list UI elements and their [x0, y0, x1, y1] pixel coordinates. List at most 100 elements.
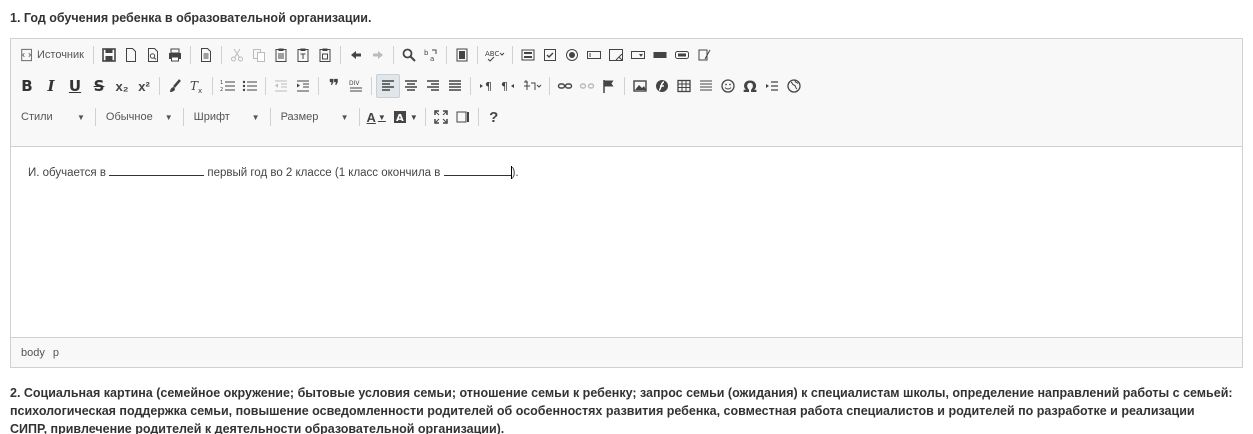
flash-button[interactable] — [651, 74, 673, 98]
link-button[interactable] — [554, 74, 576, 98]
show-blocks-icon — [456, 111, 469, 123]
select-button[interactable] — [627, 43, 649, 67]
ltr-icon: ¶ — [480, 80, 492, 93]
remove-format-button[interactable]: Tx — [186, 74, 208, 98]
select-all-icon — [456, 48, 468, 62]
image-button-button[interactable] — [671, 43, 693, 67]
bulleted-list-icon — [242, 80, 257, 92]
toolbar-separator — [424, 108, 426, 126]
paste-text-button[interactable] — [292, 43, 314, 67]
align-justify-icon — [449, 80, 461, 91]
preview-button[interactable] — [142, 43, 164, 67]
chevron-down-icon: ▼ — [377, 112, 386, 122]
unlink-button[interactable] — [576, 74, 598, 98]
replace-button[interactable]: ba — [420, 43, 442, 67]
size-dropdown[interactable]: Размер ▼ — [275, 105, 355, 129]
textfield-icon — [586, 51, 601, 59]
textarea-button[interactable] — [605, 43, 627, 67]
maximize-button[interactable] — [430, 105, 452, 129]
paste-button[interactable] — [270, 43, 292, 67]
div-container-button[interactable]: DIV — [345, 74, 367, 98]
font-dropdown-label: Шрифт — [193, 111, 230, 123]
bulleted-list-button[interactable] — [239, 74, 261, 98]
subscript-button[interactable]: x₂ — [111, 74, 133, 98]
question-2-title: 2. Социальная картина (семейное окружени… — [10, 386, 1233, 434]
show-blocks-button[interactable] — [452, 105, 474, 129]
indent-button[interactable] — [292, 74, 314, 98]
replace-icon: ba — [424, 49, 437, 63]
underline-button[interactable]: U — [63, 74, 87, 98]
editor-content-area[interactable]: И. обучается в первый год во 2 классе (1… — [11, 148, 1242, 338]
text-color-button[interactable]: A ▼ — [364, 105, 389, 129]
page-break-button[interactable] — [761, 74, 783, 98]
source-icon — [21, 48, 32, 62]
help-button[interactable]: ? — [483, 105, 505, 129]
page-break-icon — [766, 81, 778, 91]
numbered-list-button[interactable]: 12 — [217, 74, 239, 98]
templates-button[interactable] — [195, 43, 217, 67]
select-all-button[interactable] — [451, 43, 473, 67]
italic-button[interactable]: I — [39, 74, 63, 98]
find-button[interactable] — [398, 43, 420, 67]
bold-button[interactable]: B — [15, 74, 39, 98]
textfield-button[interactable] — [583, 43, 605, 67]
text-direction-ltr-button[interactable]: ¶ — [475, 74, 497, 98]
print-button[interactable] — [164, 43, 186, 67]
form-button[interactable] — [517, 43, 539, 67]
cut-button[interactable] — [226, 43, 248, 67]
blank-field-2 — [443, 164, 512, 176]
toolbar-separator — [477, 108, 479, 126]
checkbox-button[interactable] — [539, 43, 561, 67]
button-button[interactable] — [649, 43, 671, 67]
align-justify-button[interactable] — [444, 74, 466, 98]
outdent-button[interactable] — [270, 74, 292, 98]
align-center-button[interactable] — [400, 74, 422, 98]
language-button[interactable] — [519, 74, 545, 98]
font-dropdown[interactable]: Шрифт ▼ — [188, 105, 266, 129]
table-icon — [677, 79, 691, 93]
anchor-button[interactable] — [598, 74, 620, 98]
radio-button[interactable] — [561, 43, 583, 67]
superscript-button[interactable]: x² — [133, 74, 155, 98]
editor-toolbar: Источник ba ABC B I U S x₂ x² T x 1 2 ❞ … — [11, 39, 1242, 147]
svg-text:¶: ¶ — [485, 80, 492, 93]
element-path-p[interactable]: p — [53, 347, 59, 359]
save-button[interactable] — [98, 43, 120, 67]
copy-button[interactable] — [248, 43, 270, 67]
format-dropdown[interactable]: Обычное ▼ — [100, 105, 179, 129]
styles-dropdown[interactable]: Стили ▼ — [15, 105, 91, 129]
element-path-body[interactable]: body — [21, 347, 45, 359]
image-button[interactable] — [629, 74, 651, 98]
svg-text:1: 1 — [220, 80, 223, 86]
iframe-button[interactable] — [783, 74, 805, 98]
background-color-button[interactable]: A ▼ — [389, 105, 421, 129]
numbered-list-icon: 12 — [220, 80, 235, 93]
horizontal-rule-button[interactable] — [695, 74, 717, 98]
source-button[interactable]: Источник — [15, 43, 89, 67]
button-icon — [653, 52, 667, 58]
toolbar-separator — [265, 77, 266, 95]
copy-formatting-button[interactable] — [164, 74, 186, 98]
smiley-button[interactable] — [717, 74, 739, 98]
toolbar-separator — [470, 77, 471, 95]
align-right-button[interactable] — [422, 74, 444, 98]
special-char-button[interactable]: Ω — [739, 74, 761, 98]
div-icon: DIV — [349, 80, 362, 92]
strikethrough-button[interactable]: S — [87, 74, 111, 98]
source-button-label: Источник — [37, 49, 84, 61]
undo-button[interactable] — [345, 43, 367, 67]
new-page-button[interactable] — [120, 43, 142, 67]
svg-text:¶: ¶ — [501, 80, 508, 93]
table-button[interactable] — [673, 74, 695, 98]
blockquote-button[interactable]: ❞ — [323, 74, 345, 98]
content-paragraph[interactable]: И. обучается в первый год во 2 классе (1… — [28, 164, 519, 180]
help-icon: ? — [489, 108, 499, 126]
horizontal-rule-icon — [700, 80, 712, 91]
hidden-field-button[interactable] — [693, 43, 715, 67]
spellcheck-button[interactable]: ABC — [482, 43, 508, 67]
rich-text-editor: Источник ba ABC B I U S x₂ x² T x 1 2 ❞ … — [10, 38, 1243, 368]
align-left-button[interactable] — [376, 74, 400, 98]
paste-word-button[interactable] — [314, 43, 336, 67]
text-direction-rtl-button[interactable]: ¶ — [497, 74, 519, 98]
redo-button[interactable] — [367, 43, 389, 67]
